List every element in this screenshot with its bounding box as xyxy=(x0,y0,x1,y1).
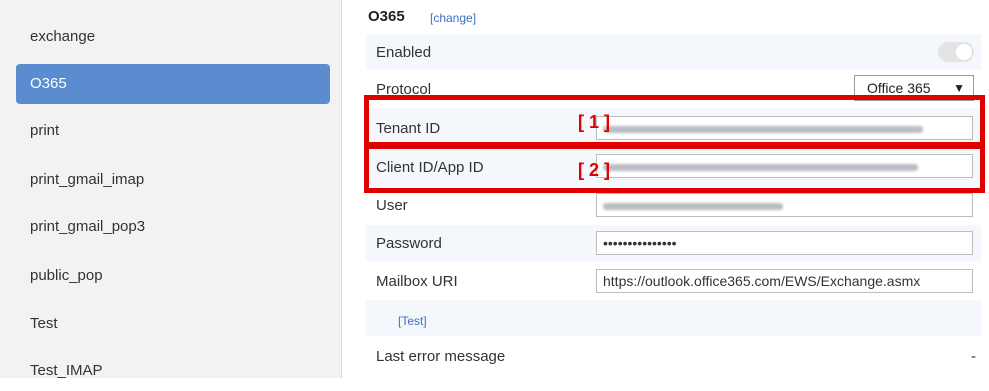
test-link[interactable]: [Test] xyxy=(398,314,427,328)
account-list-sidebar: exchange O365 print print_gmail_imap pri… xyxy=(0,0,342,379)
sidebar-item-print[interactable]: print xyxy=(16,111,330,151)
page-title: O365 xyxy=(368,8,405,25)
enabled-row xyxy=(366,34,981,70)
sidebar-item-test-imap[interactable]: Test_IMAP xyxy=(16,351,330,391)
sidebar-item-exchange[interactable]: exchange xyxy=(16,17,330,57)
change-link[interactable]: [change] xyxy=(430,11,476,25)
test-row xyxy=(366,300,981,336)
annotation-box-2 xyxy=(364,144,985,193)
user-label: User xyxy=(376,197,408,214)
annotation-marker-2: [ 2 ] xyxy=(578,160,611,180)
last-error-value: - xyxy=(971,348,976,365)
mailbox-uri-label: Mailbox URI xyxy=(376,273,458,290)
sidebar-item-print-gmail-pop3[interactable]: print_gmail_pop3 xyxy=(16,207,330,247)
sidebar-item-test[interactable]: Test xyxy=(16,304,330,344)
user-field[interactable] xyxy=(596,193,973,217)
annotation-box-1 xyxy=(364,95,985,147)
sidebar-item-print-gmail-imap[interactable]: print_gmail_imap xyxy=(16,160,330,200)
sidebar-item-public-pop[interactable]: public_pop xyxy=(16,256,330,296)
password-field[interactable]: ••••••••••••••• xyxy=(596,231,973,255)
sidebar-item-o365[interactable]: O365 xyxy=(16,64,330,104)
mailbox-uri-field[interactable]: https://outlook.office365.com/EWS/Exchan… xyxy=(596,269,973,293)
blurred-value xyxy=(603,203,783,210)
enabled-toggle[interactable] xyxy=(938,42,974,62)
enabled-label: Enabled xyxy=(376,44,432,61)
password-label: Password xyxy=(376,235,442,252)
annotation-marker-1: [ 1 ] xyxy=(578,112,611,132)
protocol-selected-value: Office 365 xyxy=(867,80,931,96)
last-error-label: Last error message xyxy=(376,348,506,365)
toggle-knob xyxy=(956,44,972,60)
